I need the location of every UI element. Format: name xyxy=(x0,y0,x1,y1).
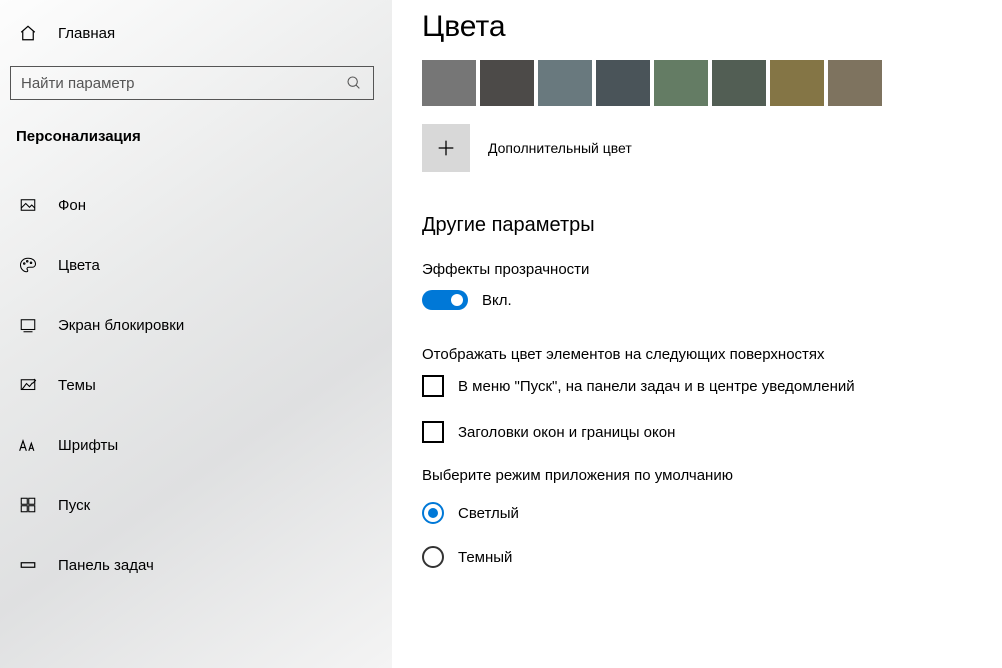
color-swatch[interactable] xyxy=(654,60,708,106)
fonts-icon xyxy=(18,436,38,454)
toggle-knob xyxy=(451,294,463,306)
sidebar-item-fonts[interactable]: Шрифты xyxy=(0,415,392,475)
add-color-row: Дополнительный цвет xyxy=(422,124,972,172)
section-header: Персонализация xyxy=(0,128,392,175)
color-swatch[interactable] xyxy=(596,60,650,106)
sidebar-item-label: Пуск xyxy=(58,497,90,514)
sidebar-item-label: Цвета xyxy=(58,257,100,274)
sidebar-item-label: Шрифты xyxy=(58,437,118,454)
color-swatch[interactable] xyxy=(422,60,476,106)
sidebar: Главная Персонализация Фон Цвета xyxy=(0,0,392,668)
sidebar-item-themes[interactable]: Темы xyxy=(0,355,392,415)
checkbox-titlebars[interactable] xyxy=(422,421,444,443)
app-mode-group-label: Выберите режим приложения по умолчанию xyxy=(422,467,972,484)
home-label: Главная xyxy=(58,25,115,42)
search-icon xyxy=(345,75,363,91)
themes-icon xyxy=(18,376,38,394)
add-color-button[interactable] xyxy=(422,124,470,172)
add-color-label: Дополнительный цвет xyxy=(488,140,632,156)
color-swatch[interactable] xyxy=(480,60,534,106)
show-color-label: Отображать цвет элементов на следующих п… xyxy=(422,346,972,363)
color-swatch[interactable] xyxy=(538,60,592,106)
transparency-toggle[interactable] xyxy=(422,290,468,310)
radio-light[interactable] xyxy=(422,502,444,524)
transparency-toggle-row: Вкл. xyxy=(422,290,972,310)
sidebar-item-background[interactable]: Фон xyxy=(0,175,392,235)
color-swatch[interactable] xyxy=(712,60,766,106)
sidebar-item-label: Темы xyxy=(58,377,96,394)
color-swatch[interactable] xyxy=(828,60,882,106)
color-swatch[interactable] xyxy=(770,60,824,106)
home-button[interactable]: Главная xyxy=(0,18,392,56)
lockscreen-icon xyxy=(18,316,38,334)
main-content: Цвета Дополнительный цвет Другие парамет… xyxy=(392,0,1002,668)
other-options-heading: Другие параметры xyxy=(422,214,972,237)
checkbox-row-start-taskbar: В меню "Пуск", на панели задач и в центр… xyxy=(422,375,972,397)
search-input[interactable] xyxy=(21,75,345,92)
sidebar-item-taskbar[interactable]: Панель задач xyxy=(0,535,392,595)
checkbox-start-taskbar[interactable] xyxy=(422,375,444,397)
page-title: Цвета xyxy=(422,10,972,44)
picture-icon xyxy=(18,196,38,214)
sidebar-item-colors[interactable]: Цвета xyxy=(0,235,392,295)
sidebar-item-label: Панель задач xyxy=(58,557,154,574)
radio-label: Светлый xyxy=(458,505,519,522)
sidebar-item-start[interactable]: Пуск xyxy=(0,475,392,535)
sidebar-item-label: Фон xyxy=(58,197,86,214)
sidebar-item-label: Экран блокировки xyxy=(58,317,184,334)
search-input-container[interactable] xyxy=(10,66,374,100)
palette-icon xyxy=(18,256,38,274)
transparency-label: Эффекты прозрачности xyxy=(422,261,972,278)
color-swatch-row xyxy=(422,60,972,106)
toggle-state-label: Вкл. xyxy=(482,292,512,309)
sidebar-item-lockscreen[interactable]: Экран блокировки xyxy=(0,295,392,355)
taskbar-icon xyxy=(18,556,38,574)
radio-dark[interactable] xyxy=(422,546,444,568)
checkbox-row-titlebars: Заголовки окон и границы окон xyxy=(422,421,972,443)
checkbox-label: Заголовки окон и границы окон xyxy=(458,424,675,441)
checkbox-label: В меню "Пуск", на панели задач и в центр… xyxy=(458,378,855,395)
home-icon xyxy=(18,24,38,42)
start-icon xyxy=(18,496,38,514)
radio-row-dark: Темный xyxy=(422,546,972,568)
radio-row-light: Светлый xyxy=(422,502,972,524)
radio-label: Темный xyxy=(458,549,512,566)
